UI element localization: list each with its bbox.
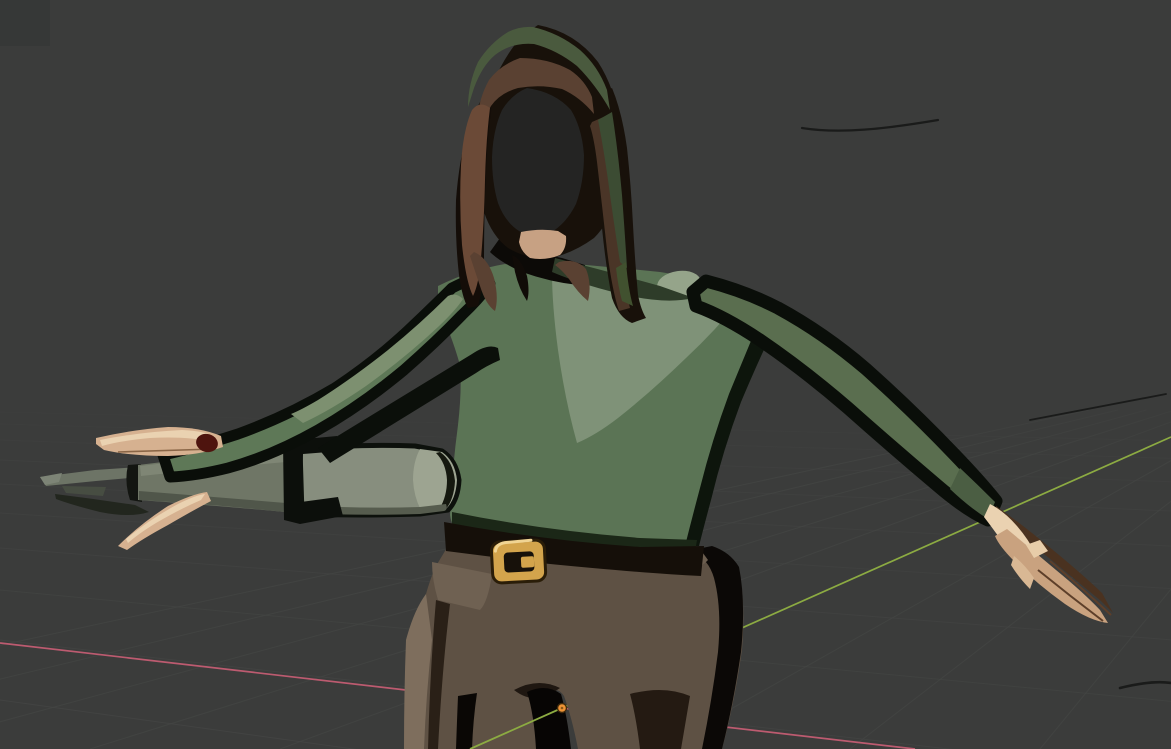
world-origin-point[interactable] — [557, 703, 567, 713]
lower-body[interactable] — [404, 522, 743, 749]
viewport-3d[interactable] — [0, 0, 1171, 749]
origin-core — [561, 707, 564, 710]
belt-buckle[interactable] — [491, 540, 546, 584]
right-leg-inner-shadow — [630, 690, 690, 749]
corner-shade-patch — [0, 0, 50, 46]
buckle-tongue — [521, 556, 535, 568]
neck[interactable] — [519, 230, 566, 259]
face[interactable] — [492, 88, 584, 236]
